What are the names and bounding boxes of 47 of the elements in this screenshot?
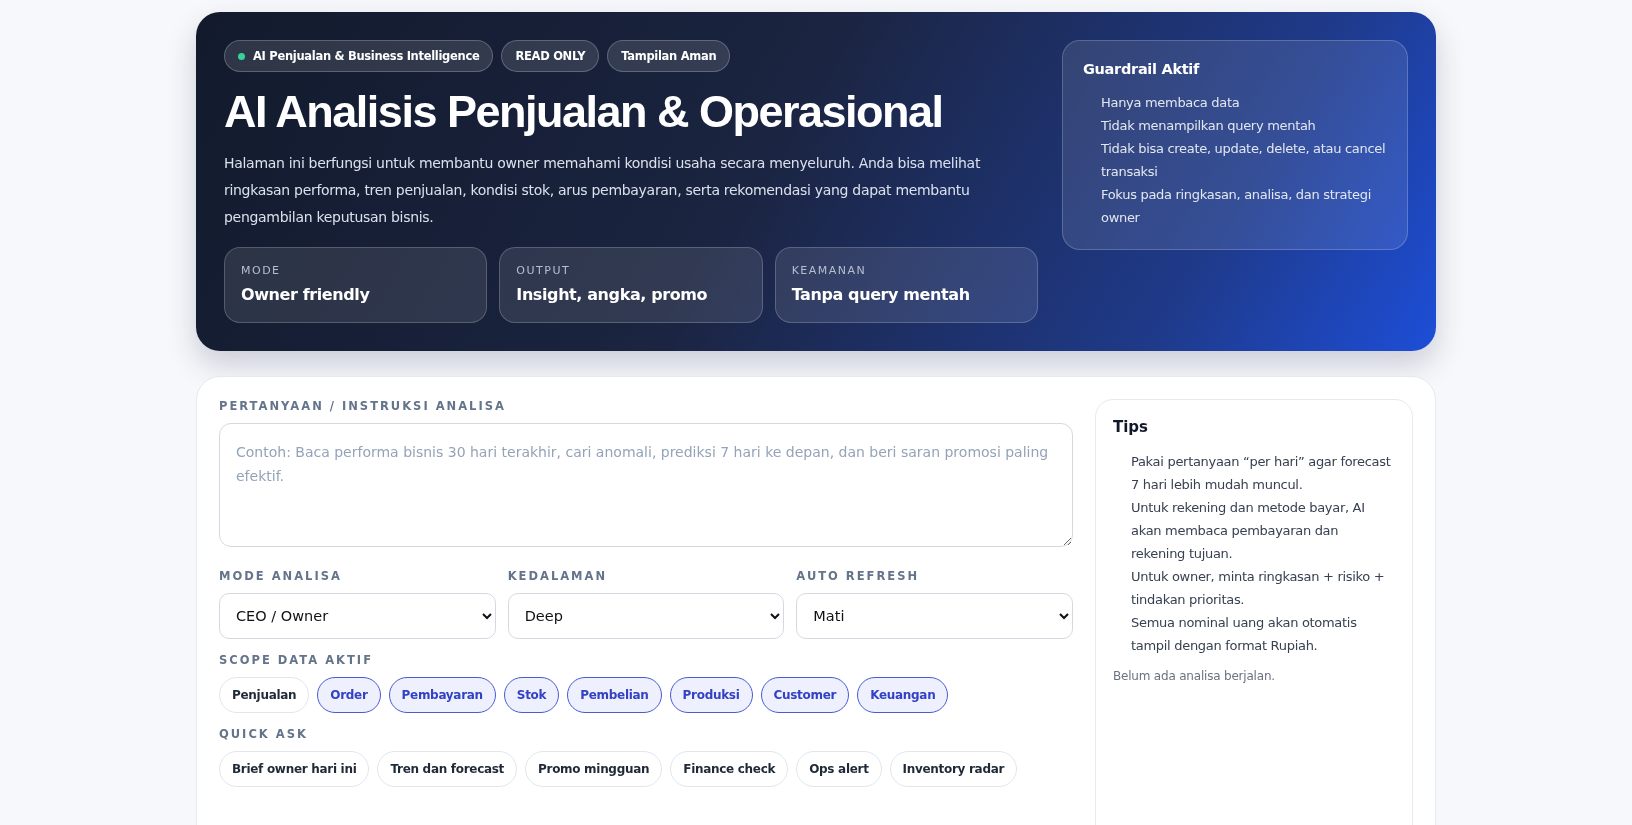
stat-label: KEAMANAN bbox=[791, 264, 868, 277]
page-description: Halaman ini berfungsi untuk membantu owner memahami kondisi usaha secara menyeluruh. Anda bisa melihat ringkasan performa, tren penjualan, kondisi stok, arus pembayaran, serta rekomendasi yang dapat membantu pengambilan keputusan bisnis. bbox=[224, 154, 982, 227]
scope-chip[interactable]: Penjualan bbox=[219, 677, 310, 713]
quick-ask-button[interactable]: Inventory radar bbox=[889, 751, 1018, 787]
stat-value: Owner friendly bbox=[241, 285, 371, 304]
quick-ask-button[interactable]: Brief owner hari ini bbox=[219, 751, 370, 787]
scope-chip[interactable]: Pembelian bbox=[567, 677, 662, 713]
stat-label: MODE bbox=[241, 264, 282, 277]
guardrail-title: Guardrail Aktif bbox=[1083, 61, 1201, 77]
page-title: AI Analisis Penjualan & Operasional bbox=[224, 86, 944, 138]
analysis-status: Belum ada analisa berjalan. bbox=[1113, 669, 1276, 683]
stat-label: OUTPUT bbox=[516, 264, 572, 277]
guardrail-item: Hanya membaca data bbox=[1101, 94, 1241, 112]
badge-label: READ ONLY bbox=[515, 49, 586, 63]
field-label: KEDALAMAN bbox=[507, 569, 609, 583]
scope-chip[interactable]: Produksi bbox=[669, 677, 753, 713]
scope-chip[interactable]: Keuangan bbox=[857, 677, 949, 713]
scope-chip[interactable]: Stok bbox=[503, 677, 560, 713]
quick-ask-button[interactable]: Promo mingguan bbox=[525, 751, 663, 787]
field-label: PERTANYAAN / INSTRUKSI ANALISA bbox=[219, 399, 507, 413]
scope-chip[interactable]: Order bbox=[317, 677, 381, 713]
guardrail-item: Tidak bisa create, update, delete, atau cancel transaksi bbox=[1101, 140, 1387, 181]
quick-ask-button[interactable]: Finance check bbox=[670, 751, 789, 787]
quick-ask-button[interactable]: Tren dan forecast bbox=[377, 751, 518, 787]
dropdown[interactable]: Mati bbox=[796, 593, 1073, 639]
stat-value: Tanpa query mentah bbox=[791, 285, 971, 304]
question-input[interactable]: Contoh: Baca performa bisnis 30 hari terakhir, cari anomali, prediksi 7 hari ke depan, dan beri saran promosi paling efektif. bbox=[219, 423, 1073, 547]
section-label: SCOPE DATA AKTIF bbox=[219, 653, 374, 667]
tip-item: Untuk rekening dan metode bayar, AI akan membaca pembayaran dan rekening tujuan. bbox=[1131, 499, 1366, 563]
section-label: QUICK ASK bbox=[219, 727, 309, 741]
field-label: MODE ANALISA bbox=[219, 569, 343, 583]
stat-value: Insight, angka, promo bbox=[516, 285, 709, 304]
scope-chip[interactable]: Pembayaran bbox=[388, 677, 496, 713]
dropdown[interactable]: Deep bbox=[507, 593, 785, 639]
badge-label: AI Penjualan & Business Intelligence bbox=[253, 49, 480, 63]
dropdown[interactable]: CEO / Owner bbox=[219, 593, 496, 639]
tip-item: Pakai pertanyaan “per hari” agar forecast 7 hari lebih mudah muncul. bbox=[1131, 453, 1392, 494]
tips-title: Tips bbox=[1113, 418, 1150, 436]
guardrail-item: Tidak menampilkan query mentah bbox=[1101, 117, 1317, 135]
guardrail-item: Fokus pada ringkasan, analisa, dan strategi owner bbox=[1101, 186, 1372, 227]
tip-item: Untuk owner, minta ringkasan + risiko + tindakan prioritas. bbox=[1131, 568, 1386, 609]
tip-item: Semua nominal uang akan otomatis tampil dengan format Rupiah. bbox=[1131, 614, 1358, 655]
scope-chip[interactable]: Customer bbox=[760, 677, 850, 713]
badge-label: Tampilan Aman bbox=[621, 49, 717, 63]
field-label: AUTO REFRESH bbox=[796, 569, 921, 583]
status-dot-icon bbox=[238, 52, 245, 60]
quick-ask-button[interactable]: Ops alert bbox=[796, 751, 882, 787]
